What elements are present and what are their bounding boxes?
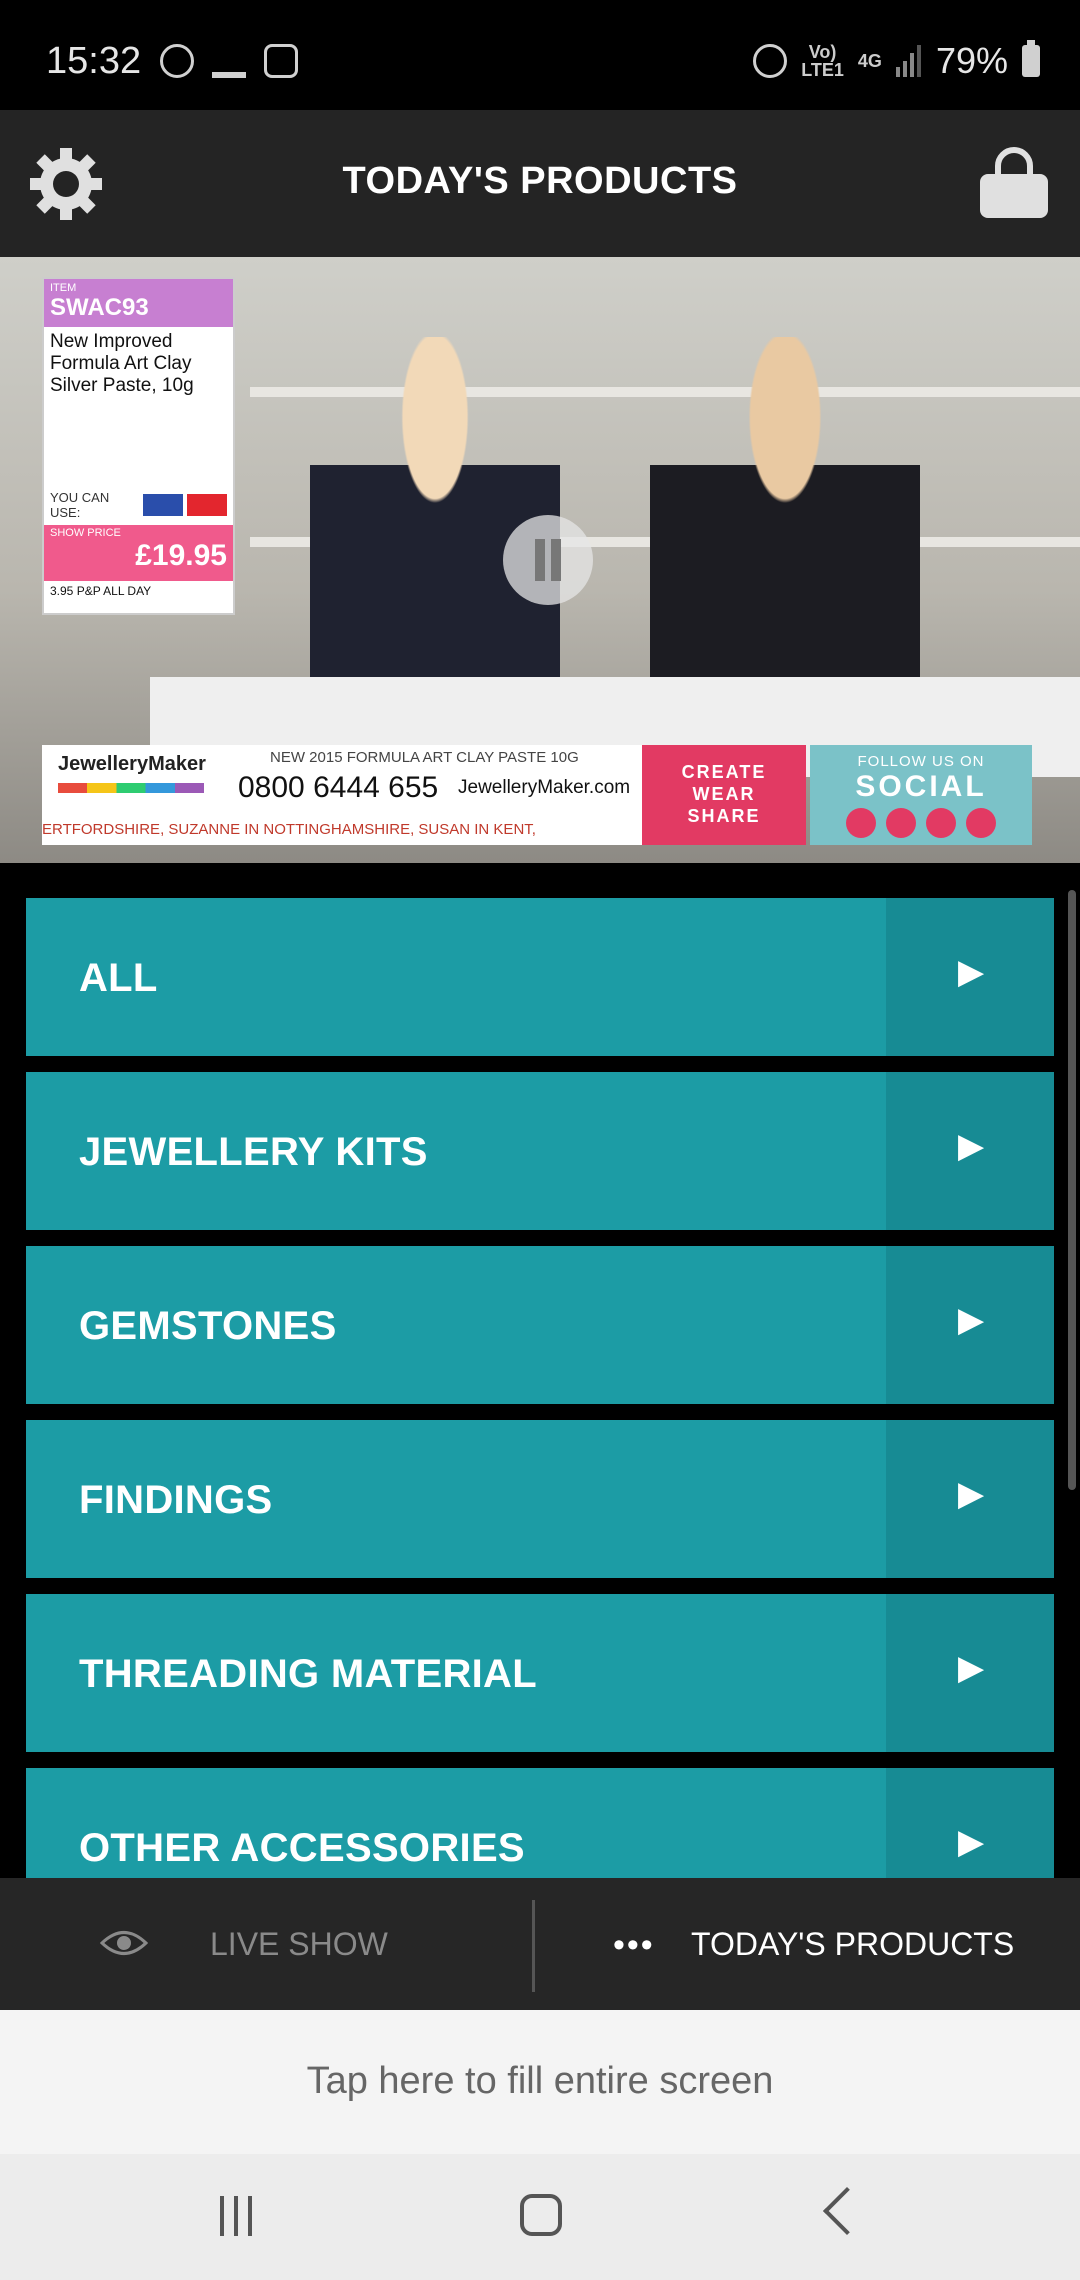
payment-methods: YOU CAN USE: [44,485,233,525]
pinterest-icon [966,808,996,838]
alarm-icon [753,44,788,78]
pp-note: 3.95 P&P ALL DAY [44,581,233,601]
category-label: ALL [79,956,158,1000]
category-other-accessories[interactable]: OTHER ACCESSORIES ▶ [26,1768,1054,1878]
create-wear-share-panel: CREATE WEAR SHARE [642,745,806,845]
category-threading-material[interactable]: THREADING MATERIAL ▶ [26,1594,1054,1752]
category-arrow[interactable]: ▶ [886,1768,1054,1878]
item-header: ITEM SWAC93 [44,279,233,327]
status-time: 15:32 [46,40,142,82]
category-arrow[interactable]: ▶ [886,1246,1054,1404]
shopping-bag-icon[interactable] [974,144,1054,224]
category-label: OTHER ACCESSORIES [79,1826,525,1870]
crown-icon [212,44,246,78]
item-label: ITEM [50,282,77,294]
category-all[interactable]: ALL ▶ [26,898,1054,1056]
youtube-icon [886,808,916,838]
follow-text: FOLLOW US ON [857,753,985,770]
category-gemstones[interactable]: GEMSTONES ▶ [26,1246,1054,1404]
ticker-site: JewelleryMaker.com [458,777,631,798]
category-arrow[interactable]: ▶ [886,1072,1054,1230]
battery-percent: 79% [935,40,1008,81]
app-header: TODAY'S PRODUCTS [0,110,1080,257]
category-label: GEMSTONES [79,1304,337,1348]
show-price: £19.95 [135,539,227,572]
data-type-indicator: 4G [857,51,882,71]
item-description: New Improved Formula Art Clay Silver Pas… [50,331,194,396]
cws-line: SHARE [687,806,761,826]
tab-live-show[interactable]: LIVE SHOW [0,1878,532,2010]
volte-top: Vo) [808,42,837,62]
cards-icon [264,44,298,78]
status-bar: 15:32 Vo) LTE1 4G 79% [0,0,1080,110]
tab-todays-products[interactable]: ••• TODAY'S PRODUCTS [535,1878,1080,2010]
social-panel: FOLLOW US ON SOCIAL [810,745,1032,845]
social-icons [810,808,1032,838]
category-arrow[interactable]: ▶ [886,1594,1054,1752]
live-video-player[interactable]: ITEM SWAC93 New Improved Formula Art Cla… [0,257,1080,863]
ticker-phone: 0800 6444 655 [238,771,439,804]
category-jewellery-kits[interactable]: JEWELLERY KITS ▶ [26,1072,1054,1230]
show-price-label: SHOW PRICE [50,527,121,539]
social-text: SOCIAL [855,770,987,803]
brand-color-bar [58,783,204,793]
bottom-tab-bar: LIVE SHOW ••• TODAY'S PRODUCTS [0,1878,1080,2010]
twitter-icon [926,808,956,838]
battery-icon [1022,40,1040,77]
recent-apps-icon[interactable] [220,2196,264,2236]
video-ticker: JewelleryMaker NEW 2015 FORMULA ART CLAY… [42,745,1032,845]
cws-line: CREATE [681,762,767,782]
eye-icon [100,1931,148,1955]
signal-icon [895,45,921,77]
mastercard-icon [187,494,227,516]
play-arrow-icon: ▶ [958,1649,985,1687]
ticker-product: NEW 2015 FORMULA ART CLAY PASTE 10G [270,749,579,766]
page-title: TODAY'S PRODUCTS [342,160,738,202]
pause-icon[interactable] [503,515,593,605]
ticker-scroll-text: ERTFORDSHIRE, SUZANNE IN NOTTINGHAMSHIRE… [42,821,642,838]
payment-label: YOU CAN USE: [50,490,110,520]
play-arrow-icon: ▶ [958,953,985,991]
category-arrow[interactable]: ▶ [886,898,1054,1056]
facebook-icon [846,808,876,838]
whatsapp-icon [160,44,194,78]
category-arrow[interactable]: ▶ [886,1420,1054,1578]
fill-screen-bar[interactable]: Tap here to fill entire screen [0,2010,1080,2154]
jewellerymaker-logo: JewelleryMaker [58,753,206,775]
tab-todays-products-label: TODAY'S PRODUCTS [691,1926,1015,1962]
volte-indicator: Vo) LTE1 [801,43,844,79]
item-code: SWAC93 [50,294,149,321]
status-right: Vo) LTE1 4G 79% [753,40,1040,82]
play-arrow-icon: ▶ [958,1475,985,1513]
tab-live-show-label: LIVE SHOW [210,1926,388,1962]
show-price-box: SHOW PRICE £19.95 [44,525,233,581]
more-dots-icon: ••• [613,1926,655,1964]
category-label: JEWELLERY KITS [79,1130,428,1174]
home-icon[interactable] [520,2194,562,2236]
category-label: THREADING MATERIAL [79,1652,537,1696]
category-findings[interactable]: FINDINGS ▶ [26,1420,1054,1578]
category-list[interactable]: ALL ▶ JEWELLERY KITS ▶ GEMSTONES ▶ FINDI… [0,863,1080,1878]
play-arrow-icon: ▶ [958,1127,985,1165]
notification-icons [160,44,298,78]
play-arrow-icon: ▶ [958,1823,985,1861]
play-arrow-icon: ▶ [958,1301,985,1339]
category-label: FINDINGS [79,1478,273,1522]
cws-line: WEAR [692,784,756,804]
fill-screen-text: Tap here to fill entire screen [306,2060,774,2102]
list-scrollbar[interactable] [1068,890,1076,1490]
volte-bottom: LTE1 [801,60,844,80]
visa-icon [143,494,183,516]
system-nav-bar [0,2154,1080,2280]
ticker-main: JewelleryMaker NEW 2015 FORMULA ART CLAY… [42,745,642,845]
card-logos [143,494,227,516]
back-icon[interactable] [822,2186,872,2236]
product-info-card: ITEM SWAC93 New Improved Formula Art Cla… [42,277,235,615]
